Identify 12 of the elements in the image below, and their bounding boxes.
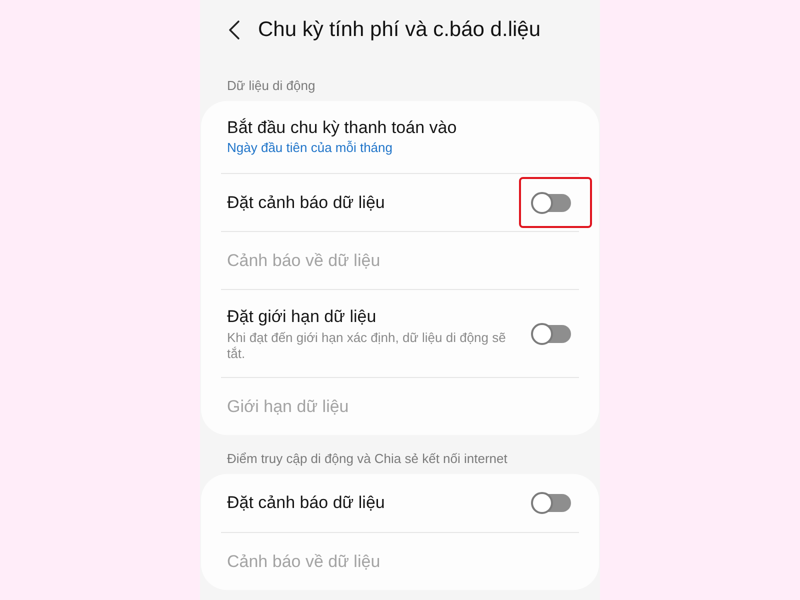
section-label: Điểm truy cập di động và Chia sẻ kết nối internet [226, 450, 508, 468]
row-title[interactable]: Đặt cảnh báo dữ liệu [227, 492, 511, 514]
row-description: Khi đạt đến giới hạn xác định, dữ liệu di động sẽ tắt. [227, 330, 507, 362]
row-title[interactable]: Đặt giới hạn dữ liệu [227, 306, 511, 328]
section-label: Dữ liệu di động [226, 77, 316, 95]
toggle-switch[interactable] [531, 492, 571, 514]
row-title[interactable]: Bắt đầu chu kỳ thanh toán vào [227, 117, 551, 139]
row-value: Ngày đầu tiên của mỗi tháng [227, 139, 394, 157]
page-title: Chu kỳ tính phí và c.báo d.liệu [258, 17, 541, 43]
toggle-switch[interactable] [531, 192, 571, 214]
row-title[interactable]: Đặt cảnh báo dữ liệu [227, 192, 511, 214]
toggle-switch[interactable] [531, 322, 571, 344]
